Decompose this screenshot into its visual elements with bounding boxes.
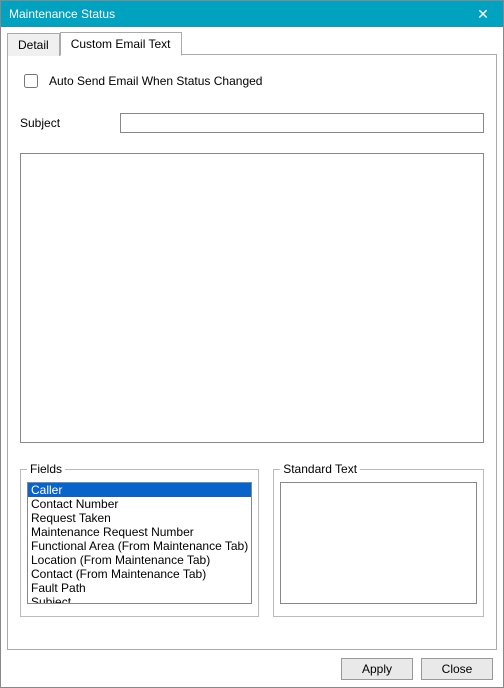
fields-list-item[interactable]: Contact Number	[28, 497, 251, 511]
tabs-container: Detail Custom Email Text Auto Send Email…	[1, 27, 503, 650]
standard-text-group: Standard Text	[273, 462, 484, 617]
fields-list-item[interactable]: Functional Area (From Maintenance Tab)	[28, 539, 251, 553]
standard-text-legend: Standard Text	[280, 462, 360, 476]
tab-custom-email-text[interactable]: Custom Email Text	[60, 32, 182, 56]
tabs: Detail Custom Email Text	[7, 31, 497, 55]
fields-list-item[interactable]: Request Taken	[28, 511, 251, 525]
bottom-groups: Fields CallerContact NumberRequest Taken…	[20, 462, 484, 617]
email-body-textarea[interactable]	[20, 153, 484, 443]
subject-input[interactable]	[120, 113, 484, 133]
fields-listbox[interactable]: CallerContact NumberRequest TakenMainten…	[27, 482, 252, 604]
fields-list-item[interactable]: Maintenance Request Number	[28, 525, 251, 539]
titlebar: Maintenance Status ✕	[1, 1, 503, 27]
auto-send-checkbox[interactable]	[24, 74, 38, 88]
subject-label: Subject	[20, 116, 110, 130]
window-close-button[interactable]: ✕	[463, 1, 503, 27]
auto-send-label: Auto Send Email When Status Changed	[49, 74, 262, 88]
close-button[interactable]: Close	[421, 658, 493, 680]
fields-group: Fields CallerContact NumberRequest Taken…	[20, 462, 259, 617]
window-title: Maintenance Status	[9, 7, 463, 21]
fields-list-item[interactable]: Contact (From Maintenance Tab)	[28, 567, 251, 581]
auto-send-row: Auto Send Email When Status Changed	[20, 71, 484, 91]
dialog-buttons: Apply Close	[1, 650, 503, 688]
fields-list-item[interactable]: Subject	[28, 595, 251, 604]
fields-list-item[interactable]: Location (From Maintenance Tab)	[28, 553, 251, 567]
fields-list-item[interactable]: Fault Path	[28, 581, 251, 595]
close-icon: ✕	[477, 6, 489, 23]
fields-legend: Fields	[27, 462, 65, 476]
subject-row: Subject	[20, 113, 484, 133]
standard-text-textarea[interactable]	[280, 482, 477, 604]
tab-panel-custom-email: Auto Send Email When Status Changed Subj…	[7, 54, 497, 650]
apply-button[interactable]: Apply	[341, 658, 413, 680]
fields-list-item[interactable]: Caller	[28, 483, 251, 497]
tab-detail[interactable]: Detail	[7, 33, 60, 56]
